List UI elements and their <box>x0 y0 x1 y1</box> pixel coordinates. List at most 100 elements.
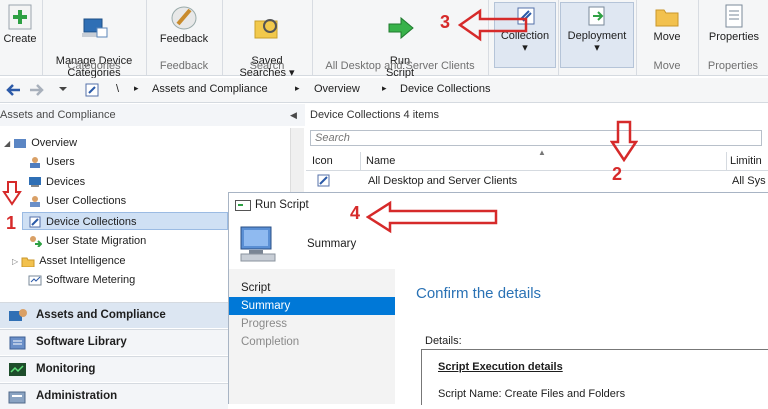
expand-arrow-icon: ◢ <box>4 139 11 148</box>
row-limiting: All Sys <box>732 175 766 187</box>
details-box[interactable]: Script Execution details Script Name: Cr… <box>421 349 768 405</box>
script-window-icon <box>235 200 251 211</box>
callout-number-1: 1 <box>6 213 17 233</box>
categories-group-label: Categories <box>67 60 121 72</box>
breadcrumb-arrow-icon: ▸ <box>134 83 139 93</box>
search-input[interactable] <box>310 130 762 146</box>
history-dropdown-icon[interactable] <box>58 86 68 94</box>
create-label: Create <box>3 33 37 45</box>
properties-icon <box>725 4 743 28</box>
table-header: Icon Name ▲ Limitin <box>306 148 768 171</box>
step-completion: Completion <box>241 336 300 348</box>
feedback-button[interactable]: Feedback <box>152 2 216 45</box>
folder-icon <box>21 257 35 268</box>
deployment-caret: ▾ <box>594 42 600 54</box>
collection-node-icon <box>85 83 99 97</box>
results-title: Device Collections 4 items <box>310 109 439 121</box>
tree-item-software-metering[interactable]: Software Metering <box>28 271 135 289</box>
search-group-label: Search <box>249 60 285 72</box>
ribbon-group-deployment: Deployment ▾ <box>558 0 637 75</box>
expand-arrow-icon: ▷ <box>12 257 19 266</box>
collection-caret: ▾ <box>522 42 528 54</box>
ribbon-group-move: Move Move <box>636 0 699 75</box>
tree-item-label: Users <box>46 156 75 168</box>
callout-left-arrow-3 <box>458 8 528 42</box>
move-folder-icon <box>655 9 679 27</box>
column-header-limiting[interactable]: Limitin <box>730 155 762 167</box>
row-name: All Desktop and Server Clients <box>368 175 518 187</box>
computer-categories-icon <box>82 18 108 38</box>
move-button[interactable]: Move <box>640 2 694 43</box>
callout-number-3: 3 <box>440 12 451 32</box>
details-heading: Script Execution details <box>438 361 563 373</box>
callout-left-arrow-4 <box>366 200 498 234</box>
feedback-group-label: Feedback <box>159 60 209 72</box>
tree-item-label: User Collections <box>46 195 127 207</box>
tree-item-user-state-migration[interactable]: User State Migration <box>28 232 146 250</box>
device-collection-icon <box>317 174 330 187</box>
column-header-icon[interactable]: Icon <box>312 155 333 167</box>
column-divider <box>726 152 727 170</box>
tree-item-label: Overview <box>31 137 78 149</box>
step-summary[interactable]: Summary <box>229 297 395 315</box>
tree-item-label: Device Collections <box>46 216 137 228</box>
tree-item-devices[interactable]: Devices <box>28 173 85 191</box>
nav-pane-title: Assets and Compliance ◀ <box>0 104 305 126</box>
user-state-migration-icon <box>30 236 42 248</box>
breadcrumb-arrow-icon: ▸ <box>382 83 387 93</box>
ribbon-group-create: Create <box>0 0 43 75</box>
assets-compliance-icon <box>9 309 27 321</box>
move-label: Move <box>653 31 681 43</box>
workspace-software-library[interactable]: Software Library <box>0 329 228 355</box>
ribbon-group-properties: Properties Properties <box>698 0 768 75</box>
tree-item-asset-intelligence[interactable]: ▷ Asset Intelligence <box>12 252 125 270</box>
workspace-administration[interactable]: Administration <box>0 383 228 409</box>
dialog-header: Summary <box>307 238 357 250</box>
callout-down-arrow-2 <box>610 120 638 162</box>
back-arrow-icon[interactable] <box>4 82 22 98</box>
software-library-icon <box>9 336 26 350</box>
address-root-separator: \ <box>116 83 120 95</box>
ribbon-group-categories: Manage Device Categories Categories <box>42 0 147 79</box>
workspace-assets-and-compliance[interactable]: Assets and Compliance <box>0 302 228 328</box>
breadcrumb-device-collections[interactable]: Device Collections <box>400 83 490 95</box>
run-script-icon <box>388 16 414 40</box>
deployment-label: Deployment <box>567 30 627 42</box>
move-group-label: Move <box>653 60 681 72</box>
properties-group-label: Properties <box>707 60 759 72</box>
results-pane: Device Collections 4 items Icon Name ▲ L… <box>306 104 768 194</box>
callout-down-arrow-1 <box>2 181 22 206</box>
overview-icon <box>14 139 27 149</box>
address-bar: \ ▸ Assets and Compliance ▸ Overview ▸ D… <box>0 78 768 103</box>
column-header-name[interactable]: Name <box>366 155 395 167</box>
forward-arrow-icon[interactable] <box>28 82 46 98</box>
collapse-pane-icon[interactable]: ◀ <box>290 104 297 126</box>
tree-item-label: Software Metering <box>46 274 136 286</box>
monitoring-icon <box>9 363 26 376</box>
deployment-button[interactable]: Deployment ▾ <box>560 2 634 68</box>
breadcrumb-overview[interactable]: Overview <box>314 83 360 95</box>
column-divider <box>360 152 361 170</box>
create-button[interactable]: Create <box>0 2 40 45</box>
create-icon <box>8 4 32 30</box>
sort-ascending-icon: ▲ <box>538 148 546 157</box>
tree-item-user-collections[interactable]: User Collections <box>28 192 126 210</box>
saved-searches-icon <box>254 19 278 39</box>
tree-item-users[interactable]: Users <box>28 153 75 171</box>
callout-number-2: 2 <box>612 164 623 184</box>
tree-item-device-collections[interactable]: Device Collections <box>22 212 228 230</box>
ribbon: Create Manage Device Categories Categori… <box>0 0 768 79</box>
callout-number-4: 4 <box>350 203 361 223</box>
breadcrumb-arrow-icon: ▸ <box>295 83 300 93</box>
feedback-label: Feedback <box>159 33 209 45</box>
dialog-title: Run Script <box>255 199 309 211</box>
step-script[interactable]: Script <box>229 279 395 297</box>
software-metering-icon <box>28 275 42 286</box>
table-row[interactable]: All Desktop and Server Clients All Sys <box>306 172 768 190</box>
properties-button[interactable]: Properties <box>700 2 768 43</box>
breadcrumb-assets-and-compliance[interactable]: Assets and Compliance <box>152 83 268 95</box>
tree-item-label: Devices <box>46 176 86 188</box>
workspace-monitoring[interactable]: Monitoring <box>0 356 228 382</box>
tree-item-overview[interactable]: ◢ Overview <box>4 134 77 152</box>
deployment-icon <box>588 6 605 26</box>
